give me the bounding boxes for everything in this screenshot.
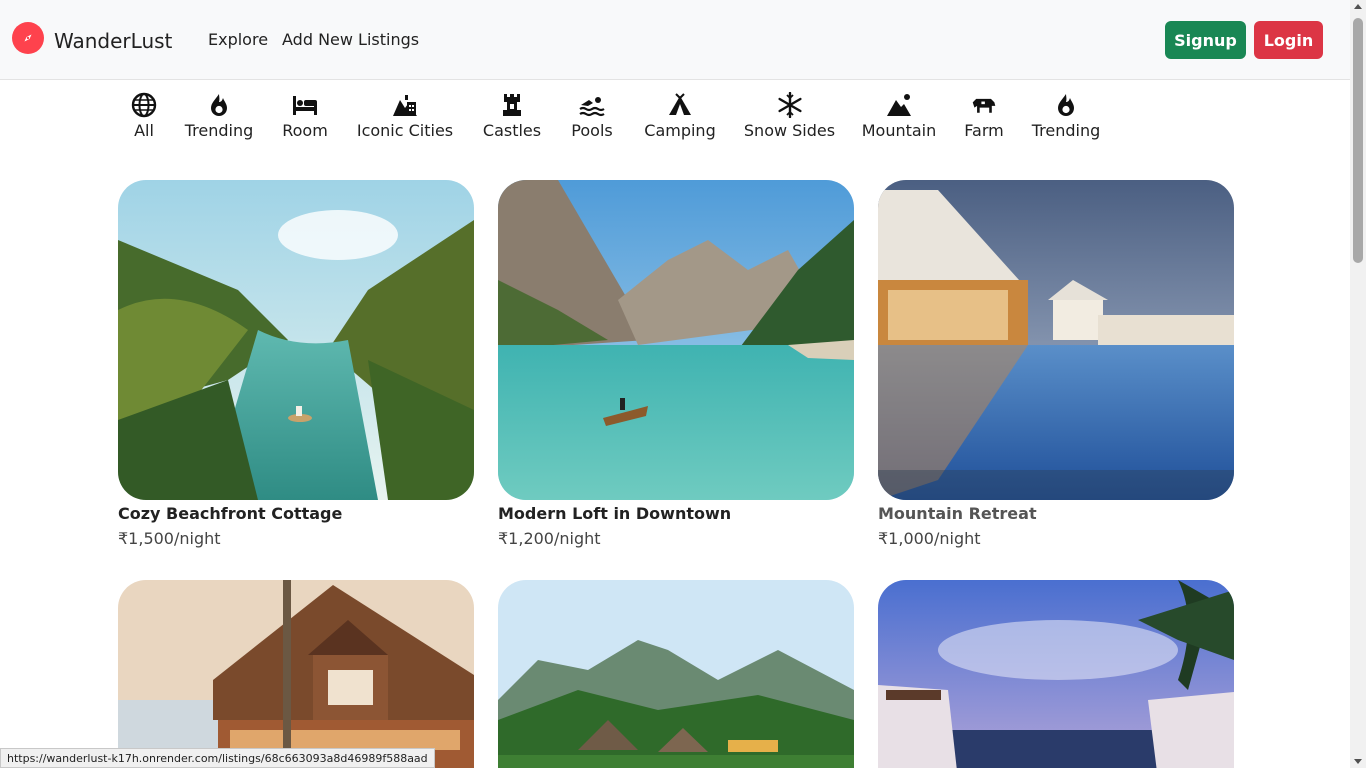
listing-image[interactable]: [498, 180, 854, 500]
listing-image[interactable]: [878, 180, 1234, 500]
compass-icon[interactable]: [12, 22, 44, 54]
snowflake-icon: [777, 92, 802, 118]
scroll-up-arrow-icon[interactable]: [1354, 4, 1362, 9]
filter-label: Snow Sides: [743, 121, 836, 140]
filter-farm[interactable]: Farm: [962, 92, 1006, 142]
globe-icon: [131, 92, 157, 118]
filter-trending-2[interactable]: Trending: [1031, 92, 1101, 142]
listing-image[interactable]: [878, 580, 1234, 768]
filter-label: Mountain: [861, 121, 937, 140]
listing-card-1[interactable]: Cozy Beachfront Cottage ₹1,500/night: [118, 180, 474, 548]
filter-label: Camping: [644, 121, 716, 140]
filter-all[interactable]: All: [124, 92, 164, 142]
listing-card-6[interactable]: [878, 580, 1234, 768]
filter-pools[interactable]: Pools: [567, 92, 617, 142]
filter-room[interactable]: Room: [280, 92, 330, 142]
listing-price: ₹1,200/night: [498, 529, 601, 548]
filter-label: Trending: [184, 121, 254, 140]
signup-button[interactable]: Signup: [1165, 21, 1246, 59]
filter-label: Trending: [1031, 121, 1101, 140]
city-icon: [393, 95, 417, 116]
listing-card-3[interactable]: Mountain Retreat ₹1,000/night: [878, 180, 1234, 548]
filter-mountain[interactable]: Mountain: [861, 92, 937, 142]
nav-explore-link[interactable]: Explore: [208, 30, 268, 49]
filter-camping[interactable]: Camping: [643, 92, 717, 142]
scrollbar[interactable]: [1350, 0, 1366, 768]
listing-image[interactable]: [498, 580, 854, 768]
swimmer-icon: [579, 97, 605, 117]
listing-title[interactable]: Cozy Beachfront Cottage: [118, 504, 474, 523]
castle-icon: [503, 94, 521, 116]
filter-label: Pools: [571, 121, 613, 140]
listing-card-2[interactable]: Modern Loft in Downtown ₹1,200/night: [498, 180, 854, 548]
cow-icon: [972, 98, 996, 113]
listing-image[interactable]: [118, 180, 474, 500]
listing-card-4[interactable]: [118, 580, 474, 768]
filter-label: Farm: [964, 121, 1004, 140]
filter-label: Room: [282, 121, 328, 140]
filter-label: Iconic Cities: [356, 121, 454, 140]
filter-snow-sides[interactable]: Snow Sides: [743, 92, 836, 142]
listing-title[interactable]: Mountain Retreat: [878, 504, 1234, 523]
scrollbar-thumb[interactable]: [1353, 18, 1363, 263]
status-bar-url: https://wanderlust-k17h.onrender.com/lis…: [0, 748, 435, 768]
nav-add-listing-link[interactable]: Add New Listings: [282, 30, 419, 49]
brand-name[interactable]: WanderLust: [54, 29, 172, 53]
filter-label: Castles: [482, 121, 542, 140]
bed-icon: [293, 96, 317, 115]
filter-trending[interactable]: Trending: [184, 92, 254, 142]
listing-title[interactable]: Modern Loft in Downtown: [498, 504, 854, 523]
listing-card-5[interactable]: [498, 580, 854, 768]
filter-iconic-cities[interactable]: Iconic Cities: [355, 92, 455, 142]
navbar: WanderLust Explore Add New Listings Sign…: [0, 0, 1350, 80]
listing-image[interactable]: [118, 580, 474, 768]
listing-price: ₹1,000/night: [878, 529, 981, 548]
filter-castles[interactable]: Castles: [481, 92, 543, 142]
fire-icon: [1058, 94, 1074, 116]
scroll-down-arrow-icon[interactable]: [1354, 759, 1362, 764]
tent-icon: [669, 93, 691, 115]
listing-price: ₹1,500/night: [118, 529, 221, 548]
filter-label: All: [134, 121, 154, 140]
fire-icon: [211, 94, 227, 116]
mountain-icon: [887, 94, 911, 116]
login-button[interactable]: Login: [1254, 21, 1323, 59]
